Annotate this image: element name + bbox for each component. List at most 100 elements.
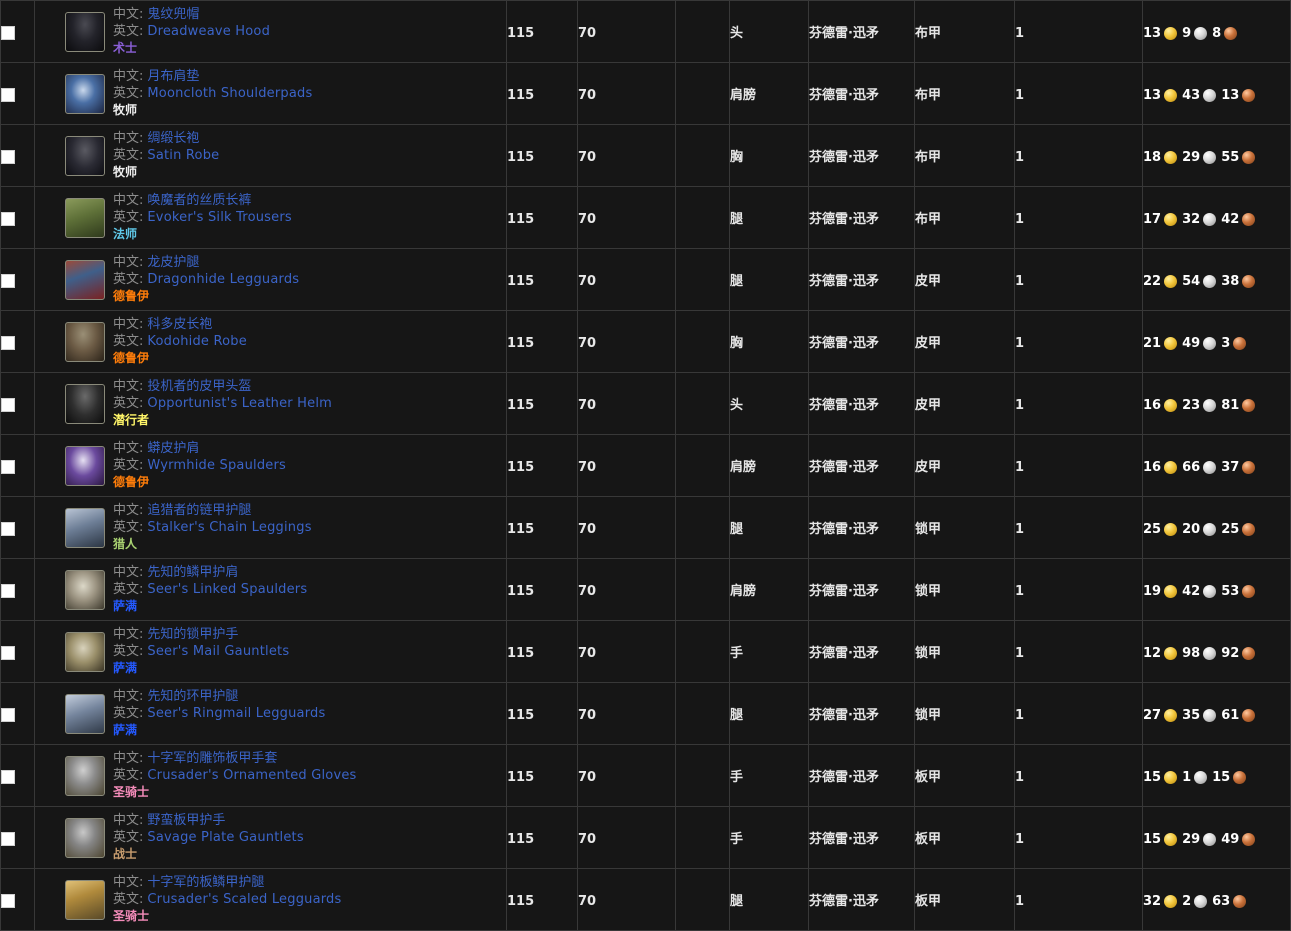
row-select-cell[interactable] xyxy=(0,806,35,869)
item-icon[interactable] xyxy=(65,879,105,920)
item-name-zh-link[interactable]: 追猎者的链甲护腿 xyxy=(147,503,251,518)
item-name-en-link[interactable]: Seer's Mail Gauntlets xyxy=(147,644,289,659)
row-select-cell[interactable] xyxy=(0,620,35,683)
item-name-en-link[interactable]: Stalker's Chain Leggings xyxy=(147,520,311,535)
table-row[interactable]: 中文: 追猎者的链甲护腿 英文: Stalker's Chain Leggings 猎人… xyxy=(0,496,1291,559)
row-select-cell[interactable] xyxy=(0,744,35,807)
table-row[interactable]: 中文: 唤魔者的丝质长裤 英文: Evoker's Silk Trousers 法师 11… xyxy=(0,186,1291,249)
table-row[interactable]: 中文: 十字军的板鳞甲护腿 英文: Crusader's Scaled Legguar… xyxy=(0,868,1291,931)
item-icon[interactable] xyxy=(65,11,105,52)
item-icon[interactable] xyxy=(65,259,105,300)
item-name-en-link[interactable]: Crusader's Scaled Legguards xyxy=(147,892,341,907)
item-icon[interactable] xyxy=(65,569,105,610)
item-icon[interactable] xyxy=(65,321,105,362)
label-chinese: 中文: xyxy=(113,254,144,270)
item-name-zh-link[interactable]: 龙皮护腿 xyxy=(147,255,199,270)
table-row[interactable]: 中文: 十字军的雕饰板甲手套 英文: Crusader's Ornamented Gl… xyxy=(0,744,1291,807)
item-name-zh-link[interactable]: 月布肩垫 xyxy=(147,69,199,84)
row-checkbox[interactable] xyxy=(1,707,15,722)
item-name-zh-link[interactable]: 绸缎长袍 xyxy=(147,131,199,146)
item-name-en-link[interactable]: Dreadweave Hood xyxy=(147,24,270,39)
row-select-cell[interactable] xyxy=(0,496,35,559)
row-checkbox[interactable] xyxy=(1,831,15,846)
item-name-en-link[interactable]: Mooncloth Shoulderpads xyxy=(147,86,312,101)
item-name-zh-link[interactable]: 投机者的皮甲头盔 xyxy=(147,379,251,394)
table-row[interactable]: 中文: 龙皮护腿 英文: Dragonhide Legguards 德鲁伊 115 70 腿芬… xyxy=(0,248,1291,311)
table-row[interactable]: 中文: 绸缎长袍 英文: Satin Robe 牧师 115 70 胸芬德雷·迅矛 布甲 1 18 2… xyxy=(0,124,1291,187)
row-checkbox[interactable] xyxy=(1,25,15,40)
item-name-zh-link[interactable]: 野蛮板甲护手 xyxy=(147,813,225,828)
item-name-en-link[interactable]: Dragonhide Legguards xyxy=(147,272,299,287)
item-name-en-link[interactable]: Kodohide Robe xyxy=(147,334,247,349)
row-select-cell[interactable] xyxy=(0,186,35,249)
row-checkbox[interactable] xyxy=(1,521,15,536)
item-icon[interactable] xyxy=(65,817,105,858)
price-cell: 15 29 49 xyxy=(1142,806,1291,869)
row-checkbox[interactable] xyxy=(1,273,15,288)
item-name-en-link[interactable]: Crusader's Ornamented Gloves xyxy=(147,768,356,783)
table-row[interactable]: 中文: 先知的鳞甲护肩 英文: Seer's Linked Spaulders 萨满 11… xyxy=(0,558,1291,621)
row-checkbox[interactable] xyxy=(1,87,15,102)
item-name-zh-link[interactable]: 科多皮长袍 xyxy=(147,317,212,332)
row-select-cell[interactable] xyxy=(0,310,35,373)
item-icon[interactable] xyxy=(65,631,105,672)
item-icon[interactable] xyxy=(65,197,105,238)
row-select-cell[interactable] xyxy=(0,372,35,435)
table-row[interactable]: 中文: 先知的环甲护腿 英文: Seer's Ringmail Legguards 萨满… xyxy=(0,682,1291,745)
item-icon[interactable] xyxy=(65,755,105,796)
table-row[interactable]: 中文: 投机者的皮甲头盔 英文: Opportunist's Leather Helm… xyxy=(0,372,1291,435)
item-icon[interactable] xyxy=(65,507,105,548)
table-row[interactable]: 中文: 先知的锁甲护手 英文: Seer's Mail Gauntlets 萨满 115 7… xyxy=(0,620,1291,683)
item-icon[interactable] xyxy=(65,135,105,176)
item-name-en-link[interactable]: Satin Robe xyxy=(147,148,219,163)
row-select-cell[interactable] xyxy=(0,248,35,311)
item-icon[interactable] xyxy=(65,383,105,424)
item-icon[interactable] xyxy=(65,445,105,486)
row-checkbox[interactable] xyxy=(1,211,15,226)
item-name-zh-link[interactable]: 先知的环甲护腿 xyxy=(147,689,238,704)
item-name-en-link[interactable]: Opportunist's Leather Helm xyxy=(147,396,332,411)
item-name-zh-link[interactable]: 鬼纹兜帽 xyxy=(147,7,199,22)
item-icon[interactable] xyxy=(65,693,105,734)
row-checkbox[interactable] xyxy=(1,397,15,412)
item-name-zh-link[interactable]: 先知的鳞甲护肩 xyxy=(147,565,238,580)
table-row[interactable]: 中文: 科多皮长袍 英文: Kodohide Robe 德鲁伊 115 70 胸芬德雷·迅矛皮… xyxy=(0,310,1291,373)
price-silver-amount: 32 xyxy=(1182,212,1201,227)
item-name-en-link[interactable]: Seer's Ringmail Legguards xyxy=(147,706,325,721)
item-name-zh-link[interactable]: 蟒皮护肩 xyxy=(147,441,199,456)
item-name-cell: 中文: 十字军的板鳞甲护腿 英文: Crusader's Scaled Legguar… xyxy=(34,868,507,931)
item-name-en-link[interactable]: Savage Plate Gauntlets xyxy=(147,830,303,845)
price-gold-amount: 27 xyxy=(1143,708,1162,723)
row-select-cell[interactable] xyxy=(0,868,35,931)
row-checkbox[interactable] xyxy=(1,583,15,598)
row-checkbox[interactable] xyxy=(1,335,15,350)
row-select-cell[interactable] xyxy=(0,124,35,187)
item-icon[interactable] xyxy=(65,73,105,114)
row-checkbox[interactable] xyxy=(1,149,15,164)
gold-coin-icon xyxy=(1164,213,1178,226)
row-checkbox[interactable] xyxy=(1,459,15,474)
item-name-zh-link[interactable]: 十字军的雕饰板甲手套 xyxy=(147,751,277,766)
table-row[interactable]: 中文: 蟒皮护肩 英文: Wyrmhide Spaulders 德鲁伊 115 70 肩膀 芬德… xyxy=(0,434,1291,497)
table-row[interactable]: 中文: 月布肩垫 英文: Mooncloth Shoulderpads 牧师 115 70 肩… xyxy=(0,62,1291,125)
item-name-zh-link[interactable]: 唤魔者的丝质长裤 xyxy=(147,193,251,208)
item-name-en-link[interactable]: Evoker's Silk Trousers xyxy=(147,210,291,225)
row-select-cell[interactable] xyxy=(0,434,35,497)
row-select-cell[interactable] xyxy=(0,682,35,745)
item-name-cell: 中文: 先知的鳞甲护肩 英文: Seer's Linked Spaulders 萨满 xyxy=(34,558,507,621)
item-name-en-link[interactable]: Wyrmhide Spaulders xyxy=(147,458,286,473)
row-checkbox[interactable] xyxy=(1,645,15,660)
row-checkbox[interactable] xyxy=(1,893,15,908)
table-row[interactable]: 中文: 野蛮板甲护手 英文: Savage Plate Gauntlets 战士 115 7… xyxy=(0,806,1291,869)
table-row[interactable]: 中文: 鬼纹兜帽 英文: Dreadweave Hood 术士 115 70 头芬德雷·迅矛布… xyxy=(0,0,1291,63)
row-select-cell[interactable] xyxy=(0,62,35,125)
price-gold-amount: 15 xyxy=(1143,832,1162,847)
row-select-cell[interactable] xyxy=(0,558,35,621)
item-name-zh-link[interactable]: 十字军的板鳞甲护腿 xyxy=(147,875,264,890)
item-name-zh-link[interactable]: 先知的锁甲护手 xyxy=(147,627,238,642)
gold-coin-icon xyxy=(1164,89,1178,102)
row-select-cell[interactable] xyxy=(0,0,35,63)
label-english: 英文: xyxy=(113,86,144,102)
item-name-en-link[interactable]: Seer's Linked Spaulders xyxy=(147,582,307,597)
row-checkbox[interactable] xyxy=(1,769,15,784)
